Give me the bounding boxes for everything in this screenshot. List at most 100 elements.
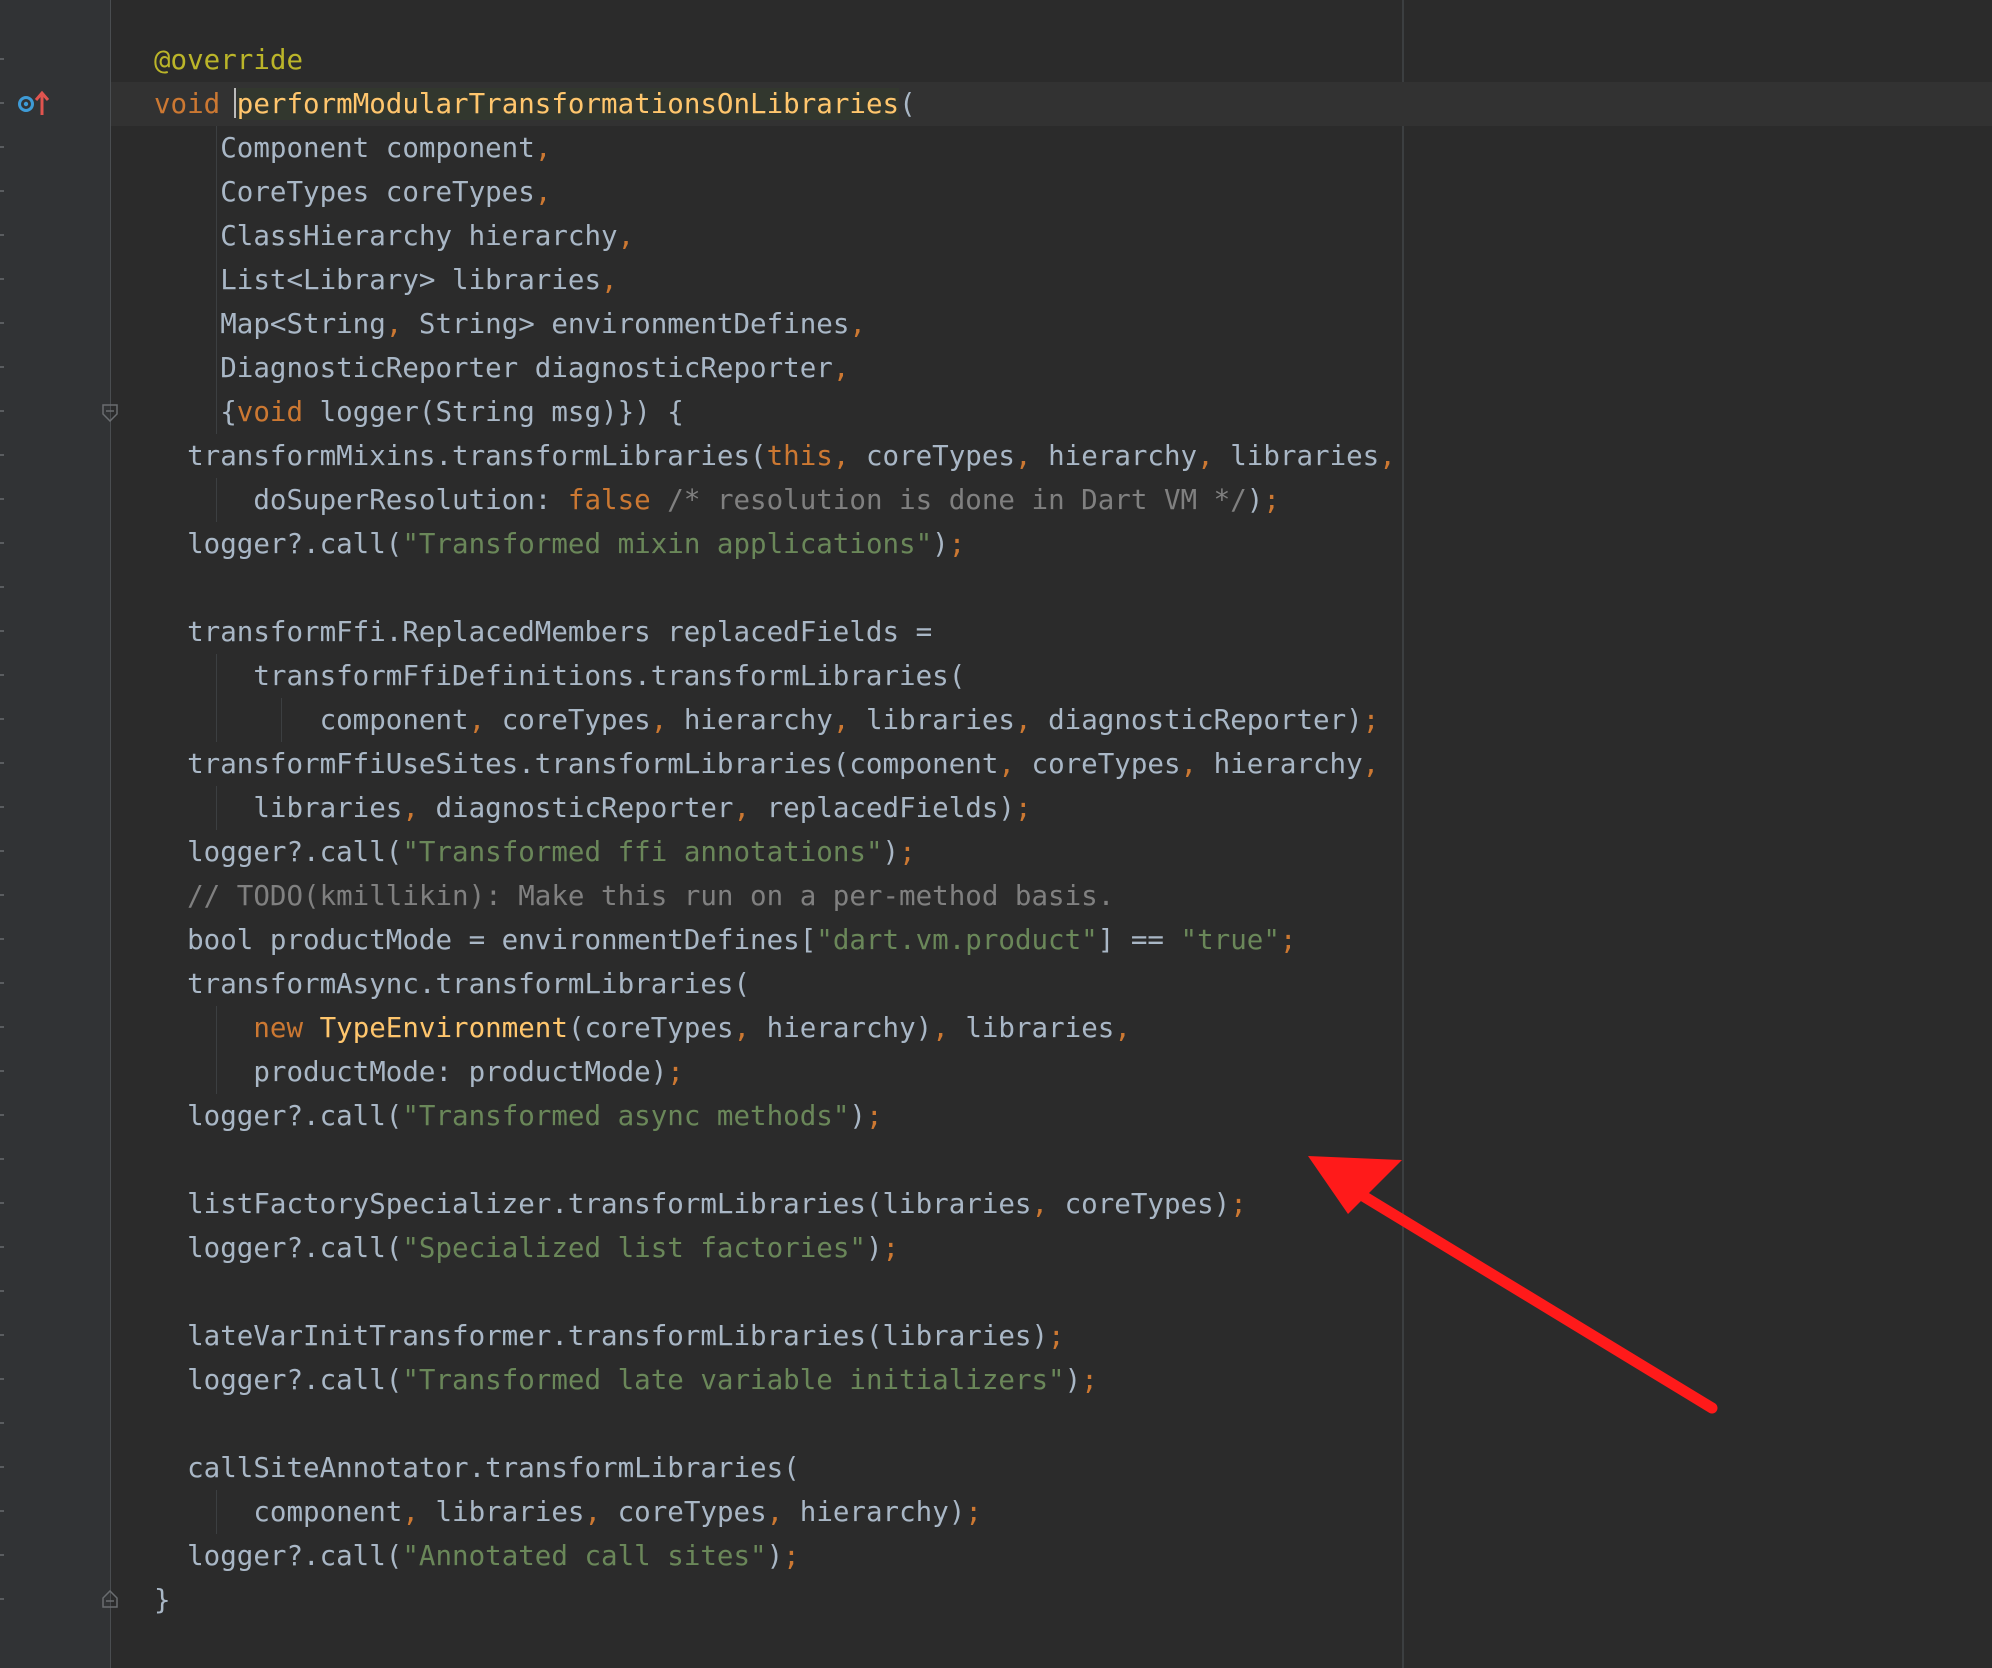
- code-token: false: [567, 484, 651, 516]
- code-line[interactable]: transformFfi.ReplacedMembers replacedFie…: [154, 610, 932, 654]
- code-token: ,: [385, 308, 403, 340]
- gutter-line-tick: [0, 674, 4, 676]
- code-token: ;: [1081, 1364, 1098, 1396]
- code-token: ;: [1230, 1188, 1247, 1220]
- code-line[interactable]: logger?.call("Transformed async methods"…: [154, 1094, 883, 1138]
- code-token: "Specialized list factories": [402, 1232, 866, 1264]
- code-line[interactable]: logger?.call("Transformed ffi annotation…: [154, 830, 916, 874]
- code-token: ,: [1014, 440, 1032, 472]
- code-line[interactable]: transformFfiUseSites.transformLibraries(…: [154, 742, 1379, 786]
- code-token: ;: [865, 1100, 883, 1132]
- code-token: bool productMode = environmentDefines[: [154, 924, 817, 956]
- code-line[interactable]: new TypeEnvironment(coreTypes, hierarchy…: [154, 1006, 1131, 1050]
- code-token: ): [865, 1232, 883, 1264]
- code-token: ,: [468, 704, 486, 736]
- code-token: performModularTransformationsOnLibraries: [236, 88, 900, 120]
- code-line[interactable]: component, libraries, coreTypes, hierarc…: [154, 1490, 982, 1534]
- code-line[interactable]: List<Library> libraries,: [154, 258, 617, 302]
- code-line[interactable]: // TODO(kmillikin): Make this run on a p…: [154, 874, 1114, 918]
- gutter-line-tick: [0, 322, 4, 324]
- gutter-line-tick: [0, 1554, 4, 1556]
- code-token: logger?.call(: [154, 836, 403, 868]
- code-token: ;: [948, 528, 966, 560]
- code-editor[interactable]: @override void performModularTransformati…: [0, 0, 1992, 1668]
- code-line[interactable]: logger?.call("Annotated call sites");: [154, 1534, 800, 1578]
- gutter-line-tick: [0, 454, 4, 456]
- code-token: ,: [733, 792, 751, 824]
- code-token: libraries: [1213, 440, 1380, 472]
- code-token: ,: [766, 1496, 784, 1528]
- code-line[interactable]: CoreTypes coreTypes,: [154, 170, 551, 214]
- code-line[interactable]: listFactorySpecializer.transformLibrarie…: [154, 1182, 1247, 1226]
- code-token: transformAsync.transformLibraries(: [154, 968, 751, 1000]
- code-token: ,: [1379, 440, 1396, 472]
- gutter-line-tick: [0, 982, 4, 984]
- code-line[interactable]: component, coreTypes, hierarchy, librari…: [154, 698, 1380, 742]
- gutter-line-tick: [0, 58, 4, 60]
- gutter-line-tick: [0, 1290, 4, 1292]
- code-line[interactable]: bool productMode = environmentDefines["d…: [154, 918, 1296, 962]
- code-line[interactable]: doSuperResolution: false /* resolution i…: [154, 478, 1280, 522]
- code-line[interactable]: DiagnosticReporter diagnosticReporter,: [154, 346, 849, 390]
- code-line[interactable]: callSiteAnnotator.transformLibraries(: [154, 1446, 800, 1490]
- code-line[interactable]: {void logger(String msg)}) {: [154, 390, 684, 434]
- code-token: ;: [1048, 1320, 1065, 1352]
- gutter-line-tick: [0, 762, 4, 764]
- code-line[interactable]: productMode: productMode);: [154, 1050, 683, 1094]
- code-token: lateVarInitTransformer.transformLibrarie…: [154, 1320, 1049, 1352]
- gutter-line-tick: [0, 1466, 4, 1468]
- code-token: ,: [534, 176, 552, 208]
- code-token: hierarchy): [750, 1012, 933, 1044]
- code-token: ): [1246, 484, 1264, 516]
- code-token: List<Library> libraries: [154, 264, 602, 296]
- code-token: coreTypes: [485, 704, 651, 736]
- code-line[interactable]: void performModularTransformationsOnLibr…: [154, 82, 916, 126]
- code-token: ): [849, 1100, 866, 1132]
- code-line[interactable]: lateVarInitTransformer.transformLibrarie…: [154, 1314, 1065, 1358]
- gutter-line-tick: [0, 850, 4, 852]
- code-token: ;: [1014, 792, 1032, 824]
- code-token: ): [1064, 1364, 1082, 1396]
- code-token: ;: [899, 836, 916, 868]
- gutter-line-tick: [0, 1026, 4, 1028]
- code-line[interactable]: logger?.call("Specialized list factories…: [154, 1226, 899, 1270]
- code-line[interactable]: Component component,: [154, 126, 551, 170]
- code-token: ;: [882, 1232, 900, 1264]
- code-token: ,: [534, 132, 552, 164]
- indent-guide: [216, 1490, 218, 1534]
- code-line[interactable]: }: [154, 1578, 171, 1622]
- code-line[interactable]: logger?.call("Transformed late variable …: [154, 1358, 1098, 1402]
- code-token: Map<String: [154, 308, 386, 340]
- code-token: @override: [154, 44, 304, 76]
- gutter-line-tick: [0, 190, 4, 192]
- code-token: logger(String msg)}) {: [303, 396, 684, 428]
- code-line[interactable]: logger?.call("Transformed mixin applicat…: [154, 522, 965, 566]
- gutter-line-tick: [0, 718, 4, 720]
- code-token: "Transformed ffi annotations": [402, 836, 883, 868]
- code-token: {: [154, 396, 237, 428]
- code-line[interactable]: transformAsync.transformLibraries(: [154, 962, 750, 1006]
- code-token: libraries: [849, 704, 1015, 736]
- code-token: "Transformed mixin applications": [402, 528, 933, 560]
- code-token: (: [899, 88, 916, 120]
- code-token: coreTypes: [1014, 748, 1181, 780]
- gutter-line-tick: [0, 1114, 4, 1116]
- code-token: transformMixins.transformLibraries(: [154, 440, 767, 472]
- code-line[interactable]: Map<String, String> environmentDefines,: [154, 302, 866, 346]
- code-line[interactable]: @override: [154, 38, 303, 82]
- code-line[interactable]: transformMixins.transformLibraries(this,…: [154, 434, 1396, 478]
- code-line[interactable]: ClassHierarchy hierarchy,: [154, 214, 634, 258]
- code-line[interactable]: transformFfiDefinitions.transformLibrari…: [154, 654, 965, 698]
- code-token: diagnosticReporter: [418, 792, 734, 824]
- gutter-line-tick: [0, 1378, 4, 1380]
- code-token: libraries: [418, 1496, 585, 1528]
- code-line[interactable]: libraries, diagnosticReporter, replacedF…: [154, 786, 1032, 830]
- code-token: ;: [1263, 484, 1280, 516]
- code-token: // TODO(kmillikin): Make this run on a p…: [154, 880, 1115, 912]
- code-token: void: [236, 396, 304, 428]
- gutter-line-tick: [0, 1246, 4, 1248]
- code-token: productMode: productMode): [154, 1056, 668, 1088]
- code-token: coreTypes: [849, 440, 1015, 472]
